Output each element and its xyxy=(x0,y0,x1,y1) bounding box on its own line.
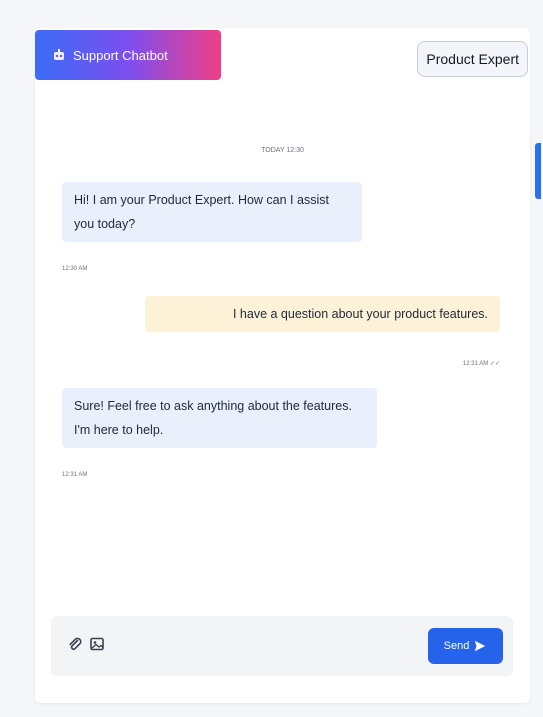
send-icon xyxy=(475,640,486,652)
chat-panel: Support Chatbot Product Expert TODAY 12:… xyxy=(35,28,530,703)
brand-button[interactable]: Support Chatbot xyxy=(35,30,221,80)
message-list: TODAY 12:30 Hi! I am your Product Expert… xyxy=(35,92,530,612)
product-expert-label: Product Expert xyxy=(426,51,519,67)
user-message-bubble: I have a question about your product fea… xyxy=(145,296,500,332)
message-timestamp: 12:31 AM ✓✓ xyxy=(462,361,500,367)
message-text: Hi! I am your Product Expert. How can I … xyxy=(74,193,329,231)
brand-label: Support Chatbot xyxy=(73,47,168,63)
message-timestamp: 12:31 AM xyxy=(62,472,88,478)
image-icon[interactable] xyxy=(89,636,105,652)
product-expert-button[interactable]: Product Expert xyxy=(417,41,528,77)
send-button[interactable]: Send xyxy=(428,628,503,664)
message-text: I have a question about your product fea… xyxy=(232,307,488,321)
message-composer: Send xyxy=(51,616,513,676)
side-scroll-tab[interactable] xyxy=(535,143,541,199)
message-timestamp: 12:30 AM xyxy=(62,266,88,272)
paperclip-icon[interactable] xyxy=(67,636,83,652)
chat-header: Support Chatbot Product Expert xyxy=(35,28,530,92)
send-label: Send xyxy=(443,640,470,652)
bot-message-bubble: Hi! I am your Product Expert. How can I … xyxy=(62,182,362,242)
chat-app: Support Chatbot Product Expert TODAY 12:… xyxy=(0,0,543,717)
bot-icon xyxy=(54,49,64,60)
bot-message-bubble: Sure! Feel free to ask anything about th… xyxy=(62,388,377,448)
message-text: Sure! Feel free to ask anything about th… xyxy=(74,399,352,437)
date-label: TODAY 12:30 xyxy=(261,147,304,154)
